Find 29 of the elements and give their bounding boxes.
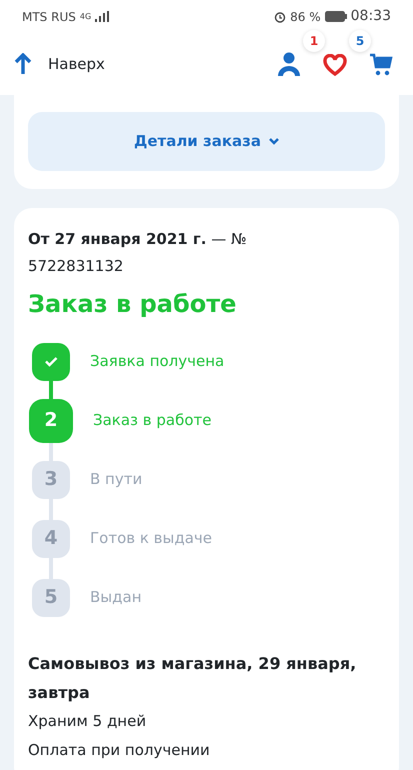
battery-icon	[324, 11, 347, 22]
step-label: В пути	[90, 469, 142, 490]
profile-icon[interactable]	[277, 51, 301, 77]
carrier-text: MTS RUS	[22, 8, 76, 26]
heart-icon[interactable]	[323, 54, 347, 76]
delivery-info-text: Оплата при получении	[28, 740, 211, 761]
alarm-icon	[274, 10, 286, 22]
step-number: 3	[32, 460, 70, 498]
delivery-info-text: Храним 5 дней	[28, 711, 148, 732]
order-date-number: От 27 января 2021 г. — № 5722831132	[28, 229, 248, 277]
network-text: 4G	[80, 10, 92, 22]
cart-icon[interactable]	[369, 52, 393, 76]
back-to-top-link[interactable]: Наверх	[48, 52, 105, 76]
chevron-down-icon	[269, 138, 280, 145]
clock-text: 08:33	[350, 7, 391, 26]
step-number: 4	[32, 520, 70, 558]
order-details-button[interactable]: Детали заказа	[28, 112, 385, 171]
step-label: Выдан	[90, 587, 142, 608]
step-label: Заявка получена	[90, 351, 224, 372]
step-label: Готов к выдаче	[90, 528, 212, 550]
delivery-title: Самовывоз из магазина, 29 января, завтра	[28, 653, 358, 704]
battery-percent: 86 %	[290, 8, 321, 26]
up-arrow-icon[interactable]	[14, 53, 32, 75]
step-number: 5	[32, 578, 70, 616]
step-label: Заказ в работе	[93, 410, 212, 432]
step-number: 2	[29, 398, 73, 442]
favorites-count: 1	[303, 30, 325, 52]
order-status-title: Заказ в работе	[28, 289, 238, 320]
signal-icon	[95, 11, 110, 22]
